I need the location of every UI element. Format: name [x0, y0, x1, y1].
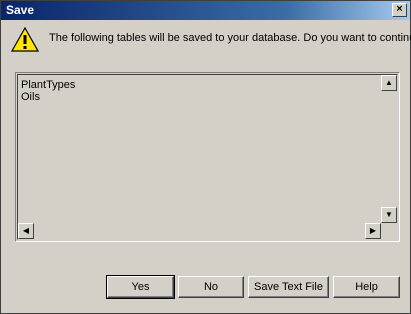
scroll-up-button[interactable]: ▲	[381, 75, 397, 91]
scrollbar-corner	[381, 223, 397, 239]
list-item[interactable]: PlantTypes	[21, 79, 75, 91]
yes-button[interactable]: Yes	[106, 275, 175, 299]
save-dialog: Save × The following tables will be save…	[0, 0, 411, 314]
arrow-down-icon: ▼	[385, 210, 393, 219]
arrow-left-icon: ◀	[22, 226, 30, 235]
window-title: Save	[6, 3, 35, 17]
save-text-file-button[interactable]: Save Text File	[248, 276, 329, 298]
arrow-right-icon: ▶	[369, 226, 377, 235]
scroll-down-button[interactable]: ▼	[381, 207, 397, 223]
close-icon: ×	[396, 3, 403, 15]
dialog-message: The following tables will be saved to yo…	[49, 32, 411, 44]
help-button[interactable]: Help	[333, 276, 400, 298]
scroll-right-button[interactable]: ▶	[365, 223, 381, 239]
title-bar[interactable]: Save ×	[1, 1, 410, 20]
list-item[interactable]: Oils	[21, 91, 75, 103]
horizontal-scrollbar[interactable]: ◀ ▶	[18, 223, 381, 239]
tables-list[interactable]: PlantTypes Oils ▲ ▼ ◀ ▶	[15, 72, 400, 242]
close-button[interactable]: ×	[392, 3, 407, 17]
warning-icon	[11, 27, 39, 52]
scroll-left-button[interactable]: ◀	[18, 223, 34, 239]
vertical-scrollbar[interactable]: ▲ ▼	[381, 75, 397, 223]
arrow-up-icon: ▲	[385, 78, 393, 87]
no-button[interactable]: No	[178, 276, 244, 298]
